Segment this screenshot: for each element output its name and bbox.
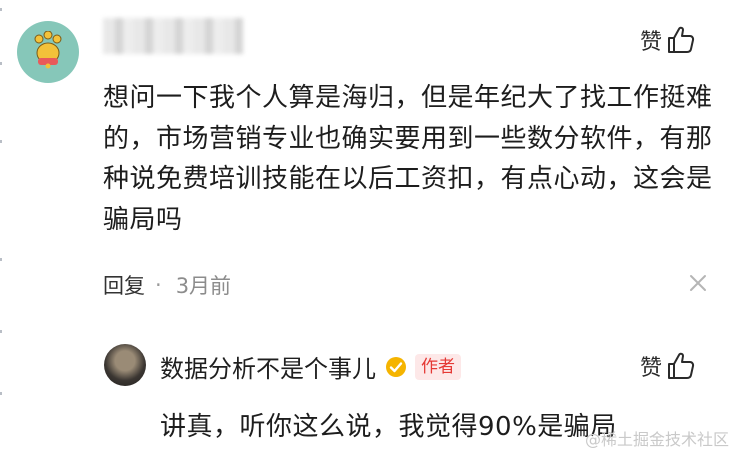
verified-icon	[386, 356, 406, 377]
like-button[interactable]: 赞	[640, 24, 696, 56]
edge-marker	[0, 258, 2, 261]
reply-button[interactable]: 回复	[103, 270, 145, 300]
edge-marker	[0, 62, 2, 65]
thumbs-up-icon	[668, 352, 695, 379]
reply-like-button[interactable]: 赞	[640, 350, 696, 382]
close-icon[interactable]	[686, 271, 710, 295]
edge-marker	[0, 8, 2, 11]
comment-time: 3月前	[175, 274, 232, 298]
meta-separator: ·	[155, 273, 162, 297]
comment-meta: 回复 · 3月前	[103, 270, 231, 300]
edge-marker	[0, 330, 2, 333]
like-label: 赞	[640, 356, 663, 381]
like-label: 赞	[640, 30, 663, 55]
blurred-username	[103, 18, 243, 54]
author-name[interactable]: 数据分析不是个事儿	[160, 349, 376, 384]
edge-marker	[0, 392, 2, 395]
edge-marker	[0, 140, 2, 143]
thumbs-up-icon	[668, 26, 695, 53]
commenter-avatar[interactable]	[17, 21, 79, 83]
reply-text: 讲真，听你这么说，我觉得90%是骗局	[160, 412, 617, 442]
reply-author-row: 数据分析不是个事儿 作者	[160, 349, 461, 384]
author-avatar[interactable]	[104, 344, 146, 386]
watermark: @稀土掘金技术社区	[584, 430, 729, 449]
author-badge: 作者	[415, 353, 461, 380]
comment-text: 想问一下我个人算是海归，但是年纪大了找工作挺难的，市场营销专业也确实要用到一些数…	[103, 83, 713, 235]
paw-avatar-icon	[34, 31, 62, 69]
